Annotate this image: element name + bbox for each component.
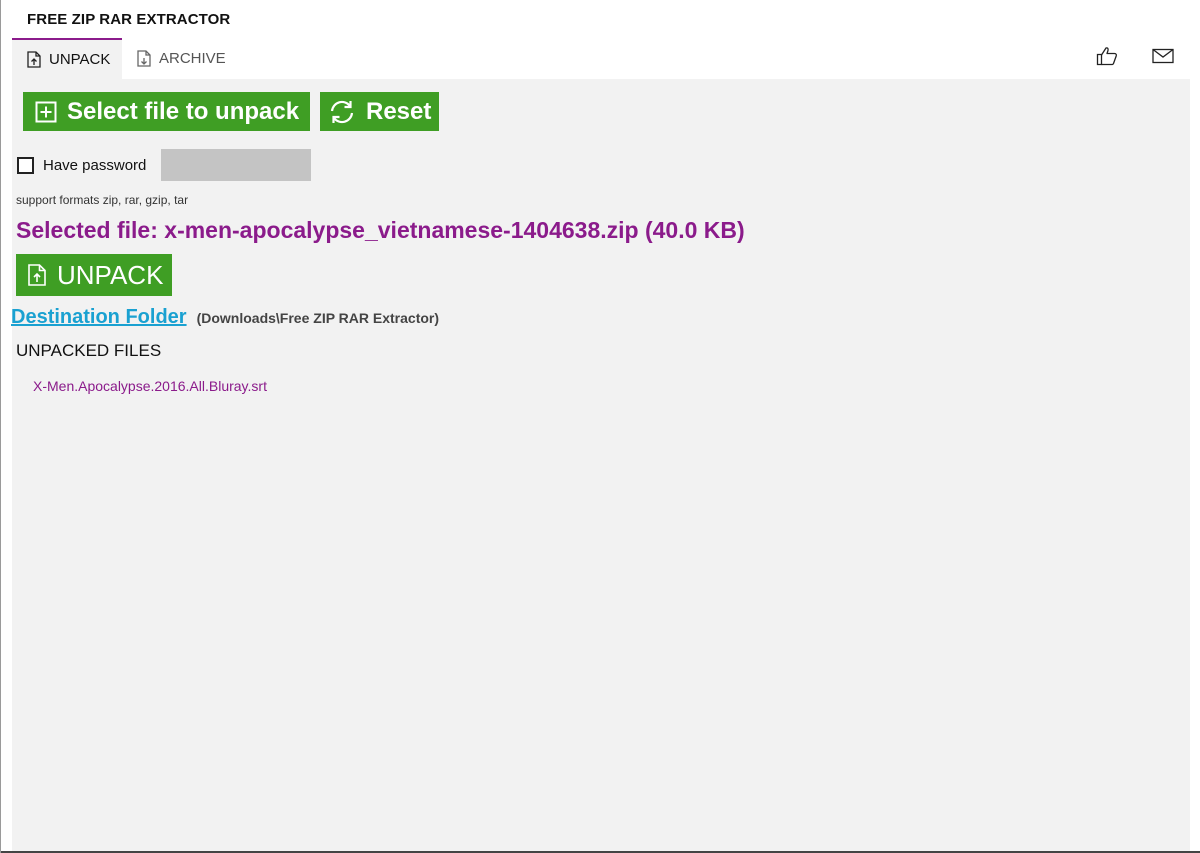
- reset-label: Reset: [366, 97, 432, 125]
- header-actions: [1096, 46, 1174, 66]
- unpack-label: UNPACK: [57, 259, 164, 290]
- selected-file-text: Selected file: x-men-apocalypse_vietname…: [16, 217, 745, 243]
- plus-box-icon: [35, 101, 57, 123]
- tab-archive[interactable]: ARCHIVE: [122, 38, 232, 79]
- refresh-icon: [328, 99, 356, 125]
- thumbs-up-icon[interactable]: [1096, 46, 1118, 66]
- select-file-label: Select file to unpack: [67, 97, 300, 125]
- have-password-checkbox[interactable]: [17, 156, 34, 174]
- unpacked-file-list: X-Men.Apocalypse.2016.All.Bluray.srt: [33, 376, 267, 396]
- support-formats-text: support formats zip, rar, gzip, tar: [16, 193, 189, 207]
- mail-icon[interactable]: [1152, 48, 1174, 64]
- app-window: FREE ZIP RAR EXTRACTOR UNPACK ARCHIVE Se…: [0, 0, 1200, 853]
- tab-archive-label: ARCHIVE: [159, 50, 226, 67]
- have-password-label: Have password: [43, 156, 147, 174]
- unpack-panel: Select file to unpack Reset Have passwor…: [11, 79, 1190, 851]
- destination-path: (Downloads\Free ZIP RAR Extractor): [196, 310, 440, 326]
- destination-folder-link[interactable]: Destination Folder: [11, 306, 187, 329]
- password-input[interactable]: [161, 149, 312, 181]
- app-title: FREE ZIP RAR EXTRACTOR: [27, 11, 231, 28]
- document-archive-icon: [136, 50, 152, 67]
- unpacked-files-header: UNPACKED FILES: [16, 341, 162, 360]
- document-upload-icon: [27, 264, 47, 286]
- tab-unpack-label: UNPACK: [49, 51, 111, 68]
- window-left-border: [0, 0, 1, 853]
- document-upload-icon: [26, 51, 42, 68]
- tab-bar: UNPACK ARCHIVE: [12, 38, 232, 79]
- select-file-button[interactable]: Select file to unpack: [23, 92, 310, 131]
- list-item[interactable]: X-Men.Apocalypse.2016.All.Bluray.srt: [33, 376, 267, 396]
- destination-row: Destination Folder (Downloads\Free ZIP R…: [11, 306, 439, 329]
- reset-button[interactable]: Reset: [320, 92, 439, 131]
- unpack-button[interactable]: UNPACK: [16, 254, 172, 296]
- tab-unpack[interactable]: UNPACK: [12, 38, 122, 79]
- password-row: Have password: [17, 149, 312, 181]
